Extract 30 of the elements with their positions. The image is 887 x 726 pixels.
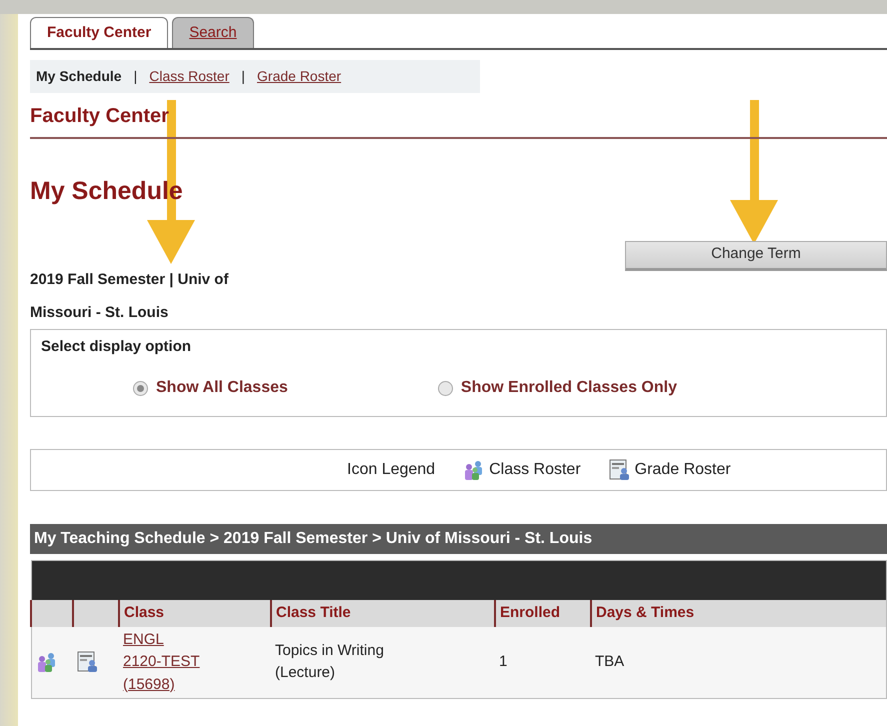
table-cell: 1 [495,626,591,698]
column-header: Enrolled [495,600,591,626]
document-person-icon[interactable] [77,651,99,674]
display-option-label: Select display option [41,336,192,356]
tab[interactable]: Faculty Center [30,17,168,48]
legend-label: Class Roster [489,460,581,480]
document-person-icon[interactable] [608,458,631,480]
schedule-title-bar: My Teaching Schedule > 2019 Fall Semester > Univ of Missouri - St. Louis [30,524,887,554]
column-header: Class [119,600,271,626]
term-label: 2019 Fall Semester | Univ of Missouri - St. Louis [30,270,230,322]
separator: | [241,67,246,86]
radio-button[interactable] [133,380,148,396]
people-icon[interactable] [36,651,58,674]
separator: | [134,67,138,86]
radio-label: Show Enrolled Classes Only [460,378,677,398]
table-cell: TBA [591,626,886,698]
tab[interactable]: Search [172,17,254,48]
subnav-link[interactable]: My Schedule [36,66,122,87]
icon-legend-label: Icon Legend [347,460,436,480]
legend-label: Grade Roster [634,460,731,480]
radio-option[interactable]: Show All Classes [133,376,288,400]
radio-button[interactable] [438,380,453,396]
subnav-link[interactable]: Grade Roster [257,66,342,87]
change-term-button[interactable]: Change Term [625,240,887,270]
radio-option[interactable]: Show Enrolled Classes Only [438,376,677,400]
table-cell-text: Topics in Writing (Lecture) [275,640,385,684]
subnav-link[interactable]: Class Roster [149,66,230,87]
column-header: Class Title [271,600,495,626]
radio-label: Show All Classes [156,378,288,398]
column-header: Days & Times [591,600,886,626]
